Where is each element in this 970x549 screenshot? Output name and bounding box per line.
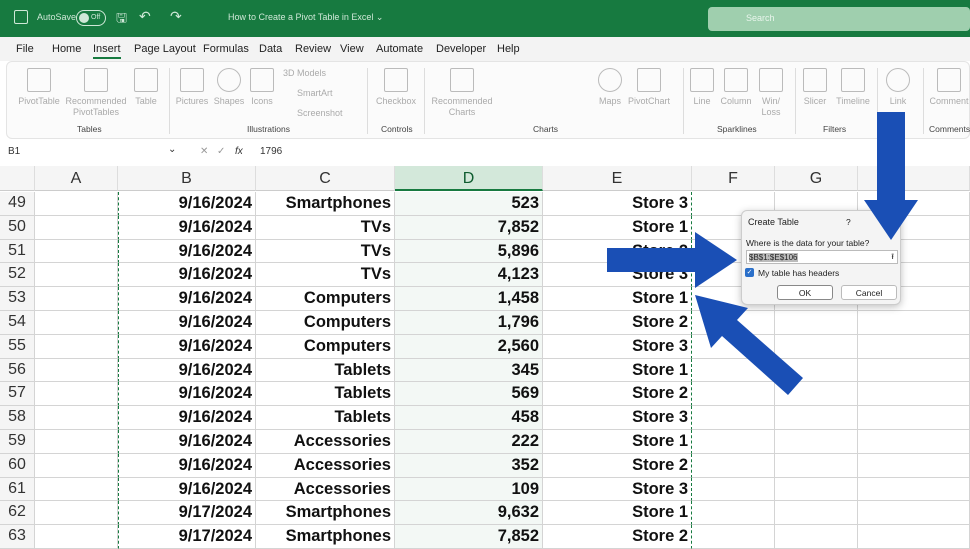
annotation-arrows (607, 112, 918, 395)
arrow-down-icon (864, 112, 918, 240)
arrow-left-icon (607, 232, 737, 288)
arrow-diagonal-icon (695, 295, 803, 395)
